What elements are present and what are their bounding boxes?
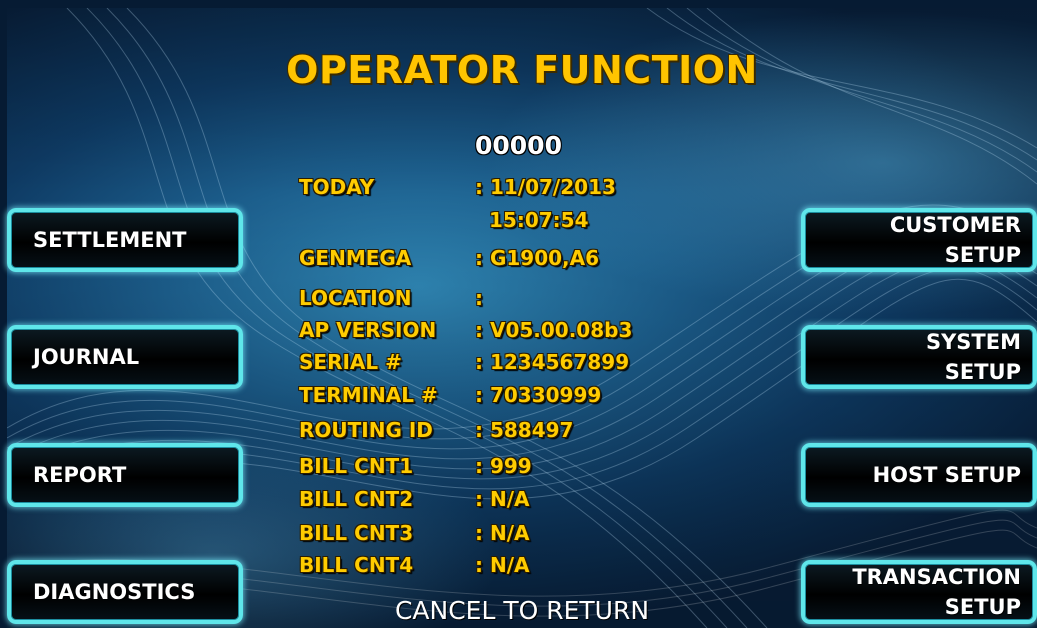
info-label: ROUTING ID: [299, 418, 433, 442]
info-value: : 1234567899: [475, 350, 630, 374]
atm-screen: OPERATOR FUNCTION 00000 TODAY : 11/07/20…: [7, 8, 1037, 628]
info-value: : N/A: [475, 487, 530, 511]
diagnostics-button[interactable]: DIAGNOSTICS: [7, 560, 243, 624]
info-label: LOCATION: [299, 286, 412, 310]
system-setup-button-label: SYSTEM SETUP: [926, 327, 1021, 387]
info-value: : N/A: [475, 553, 530, 577]
info-label: SERIAL #: [299, 350, 402, 374]
info-label: BILL CNT4: [299, 553, 414, 577]
info-value: : 588497: [475, 418, 574, 442]
diagnostics-button-label: DIAGNOSTICS: [33, 580, 196, 604]
settlement-button[interactable]: SETTLEMENT: [7, 208, 243, 272]
info-value: : G1900,A6: [475, 246, 600, 270]
info-value: : 999: [475, 454, 532, 478]
info-value: : 70330999: [475, 383, 602, 407]
info-value: :: [475, 286, 483, 310]
info-label: TODAY: [299, 175, 375, 199]
info-label: AP VERSION: [299, 318, 437, 342]
info-label: BILL CNT2: [299, 487, 414, 511]
info-label: TERMINAL #: [299, 383, 438, 407]
transaction-setup-button[interactable]: TRANSACTION SETUP: [801, 560, 1037, 624]
transaction-setup-button-label: TRANSACTION SETUP: [852, 562, 1021, 622]
button-label-line: TRANSACTION: [852, 565, 1021, 589]
info-label: GENMEGA: [299, 246, 412, 270]
customer-setup-button-label: CUSTOMER SETUP: [890, 210, 1021, 270]
info-label: BILL CNT1: [299, 454, 414, 478]
report-button-label: REPORT: [33, 463, 127, 487]
journal-button-label: JOURNAL: [33, 345, 140, 369]
info-value: 15:07:54: [489, 208, 589, 232]
system-setup-button[interactable]: SYSTEM SETUP: [801, 325, 1037, 389]
button-label-line: SYSTEM: [925, 330, 1021, 354]
button-label-line: HOST SETUP: [872, 463, 1021, 487]
info-value: : V05.00.08b3: [475, 318, 633, 342]
button-label-line: SETUP: [944, 360, 1021, 384]
customer-setup-button[interactable]: CUSTOMER SETUP: [801, 208, 1037, 272]
info-label: BILL CNT3: [299, 521, 414, 545]
button-label-line: SETUP: [944, 595, 1021, 619]
host-setup-button-label: HOST SETUP: [873, 460, 1021, 490]
settlement-button-label: SETTLEMENT: [33, 228, 187, 252]
journal-button[interactable]: JOURNAL: [7, 325, 243, 389]
report-button[interactable]: REPORT: [7, 443, 243, 507]
screen-title: OPERATOR FUNCTION: [286, 48, 758, 92]
info-value: : N/A: [475, 521, 530, 545]
terminal-code: 00000: [475, 131, 562, 160]
host-setup-button[interactable]: HOST SETUP: [801, 443, 1037, 507]
button-label-line: SETUP: [944, 243, 1021, 267]
button-label-line: CUSTOMER: [889, 213, 1021, 237]
info-value: : 11/07/2013: [475, 175, 616, 199]
